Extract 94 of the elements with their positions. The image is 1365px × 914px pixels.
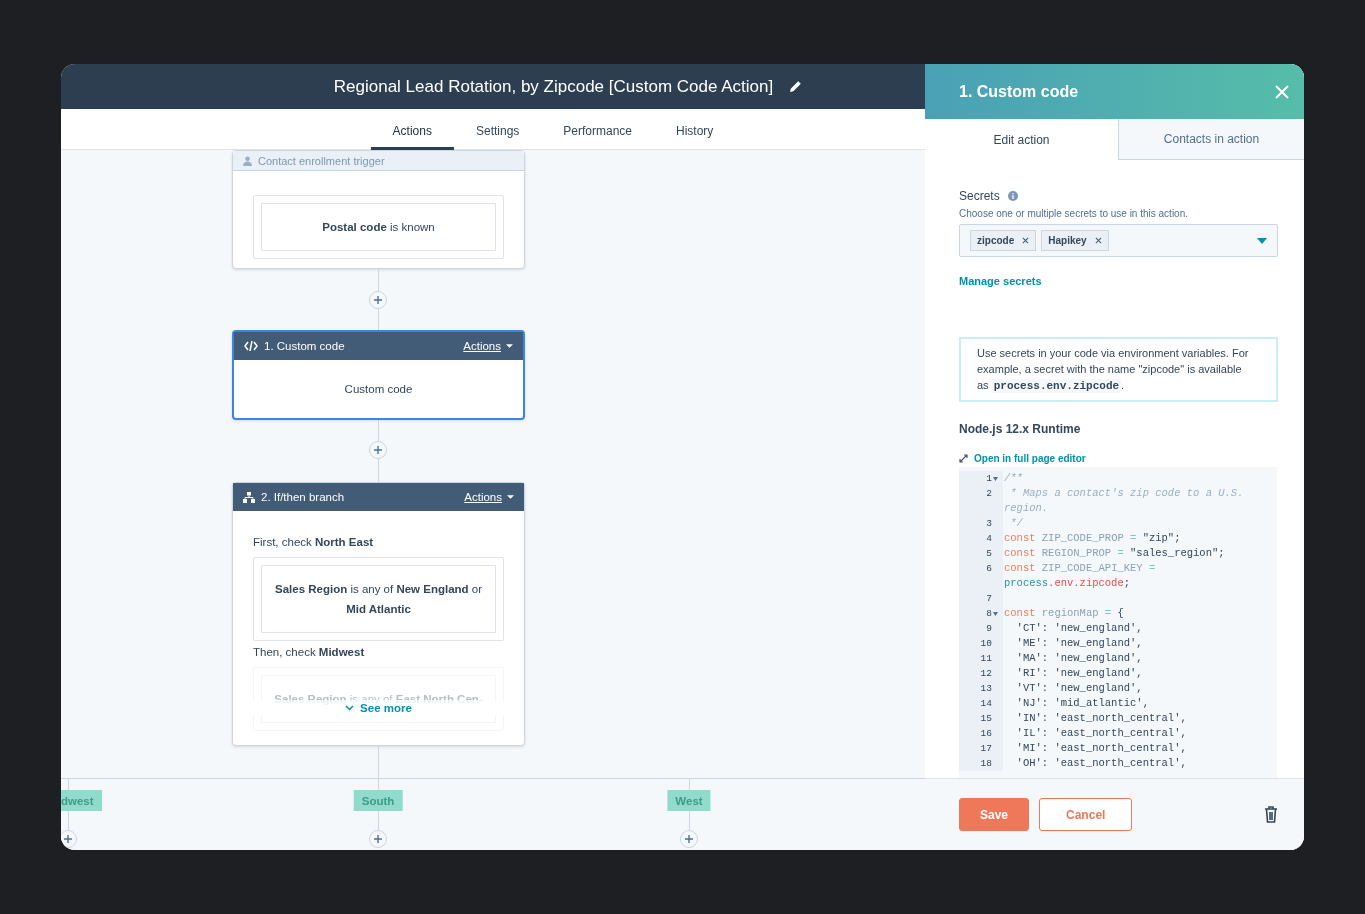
code-line: 'NJ': 'mid_atlantic', <box>1015 696 1150 711</box>
branch-label: dwest <box>61 790 102 811</box>
chevron-down-icon <box>345 705 355 711</box>
info-note: Use secrets in your code via environment variables. For example, a secret with the name "zipcode" is available as process.env.zipcode . <box>959 337 1278 402</box>
info-icon[interactable] <box>1007 191 1018 201</box>
section-title: Node.js 12.x Runtime <box>959 422 1082 436</box>
code-line: 'RI': 'new_england', <box>1015 666 1144 681</box>
code-line: 'OH': 'east_north_central', <box>1015 756 1188 771</box>
code-line: const REGION_PROP = "sales_region"; <box>1003 546 1226 561</box>
line-number: 3 <box>986 517 992 531</box>
line-number: 15 <box>980 712 992 726</box>
dropdown-caret-icon[interactable] <box>1257 237 1267 244</box>
branch-heading: Then, check Midwest <box>253 645 366 660</box>
plus-icon <box>374 835 382 843</box>
code-line: const ZIP_CODE_PROP = "zip"; <box>1003 531 1182 546</box>
line-number: 17 <box>980 742 992 756</box>
branch-label: West <box>667 790 711 811</box>
connector-line <box>689 811 690 830</box>
remove-icon[interactable] <box>1022 237 1030 244</box>
action-card[interactable]: 1. Custom code Actions Custom code <box>232 330 525 420</box>
line-number: 11 <box>980 652 992 666</box>
caret-icon <box>506 344 513 348</box>
trigger-title: Contact enrollment trigger <box>258 154 385 167</box>
caret-icon <box>507 495 514 499</box>
code-line: 'CT': 'new_england', <box>1015 621 1144 636</box>
tab[interactable]: Contacts in action <box>1118 119 1304 160</box>
code-line: const ZIP_CODE_API_KEY = process.env.zipcode; <box>1003 561 1157 591</box>
tab[interactable]: History <box>654 109 736 150</box>
fold-icon[interactable] <box>993 612 998 616</box>
code-line: 'ME': 'new_england', <box>1015 636 1144 651</box>
code-line: 'IN': 'east_north_central', <box>1015 711 1188 726</box>
remove-icon[interactable] <box>1094 237 1102 244</box>
line-number: 9 <box>986 622 992 636</box>
connector-line <box>378 420 379 441</box>
connector-line <box>378 811 379 830</box>
action-card[interactable]: 2. If/then branch Actions First, check North East Sales Region is any of New England or Mid Atlantic Then, check Midwest Sales Region is any of East North Cen- See more <box>232 482 525 746</box>
condition-text: Sales Region is any of New England or Mid Atlantic <box>261 565 496 633</box>
code-icon <box>244 341 258 351</box>
action-description: Custom code <box>343 382 414 397</box>
expand-icon[interactable] <box>959 454 968 463</box>
line-number: 8 <box>986 607 992 621</box>
line-number: 18 <box>980 757 992 771</box>
connector-line <box>378 459 379 482</box>
pencil-icon[interactable] <box>789 80 803 93</box>
tab[interactable]: Settings <box>453 109 542 150</box>
action-title: 1. Custom code <box>264 340 346 352</box>
code-line: const regionMap = { <box>1003 606 1125 621</box>
secret-tag: zipcode <box>970 230 1037 251</box>
fold-icon[interactable] <box>993 477 998 481</box>
plus-icon <box>374 296 382 304</box>
line-number: 7 <box>986 592 992 606</box>
line-number: 2 <box>986 487 992 501</box>
line-number: 14 <box>980 697 992 711</box>
secrets-select[interactable]: zipcode Hapikey <box>959 224 1278 257</box>
code-line: */ <box>1009 516 1024 531</box>
connector-line <box>378 309 379 330</box>
secret-tag: Hapikey <box>1041 230 1109 251</box>
manage-secrets-link[interactable]: Manage secrets <box>959 275 1042 287</box>
person-icon <box>243 155 252 166</box>
workflow-title: Regional Lead Rotation, by Zipcode [Custom Code Action] <box>333 76 774 97</box>
plus-icon <box>64 835 72 843</box>
line-number: 13 <box>980 682 992 696</box>
line-number: 1 <box>986 472 992 486</box>
condition-text: Postal code is known <box>261 203 496 251</box>
see-more-link[interactable]: See more <box>360 702 412 714</box>
plus-icon <box>374 446 382 454</box>
branch-icon <box>243 491 255 503</box>
code-editor[interactable] <box>959 467 1277 778</box>
code-line: 'IL': 'east_north_central', <box>1015 726 1188 741</box>
line-number: 10 <box>980 637 992 651</box>
code-line: * Maps a contact's zip code to a U.S. region. <box>1003 486 1245 516</box>
help-text: Choose one or multiple secrets to use in this action. <box>959 208 1189 219</box>
open-editor-link[interactable]: Open in full page editor <box>974 453 1086 464</box>
line-number: 16 <box>980 727 992 741</box>
line-number: 6 <box>986 562 992 576</box>
line-number: 12 <box>980 667 992 681</box>
branch-label: South <box>353 790 403 811</box>
branch-heading: First, check North East <box>253 535 375 550</box>
actions-menu[interactable]: Actions <box>464 491 514 503</box>
code-line: /** <box>1003 471 1024 486</box>
code-line: 'VT': 'new_england', <box>1015 681 1144 696</box>
actions-menu[interactable]: Actions <box>463 340 513 352</box>
connector-line <box>68 811 69 830</box>
line-number: 5 <box>986 547 992 561</box>
tab[interactable]: Performance <box>541 109 655 150</box>
code-line: 'MI': 'east_north_central', <box>1015 741 1188 756</box>
plus-icon <box>685 835 693 843</box>
trash-icon[interactable] <box>1264 806 1278 823</box>
code-line: 'MA': 'new_england', <box>1015 651 1144 666</box>
field-label: Secrets <box>959 189 1000 203</box>
action-title: 2. If/then branch <box>261 491 346 503</box>
line-number: 4 <box>986 532 992 546</box>
panel-title: 1. Custom code <box>959 82 1079 101</box>
add-step-button[interactable] <box>61 830 77 848</box>
